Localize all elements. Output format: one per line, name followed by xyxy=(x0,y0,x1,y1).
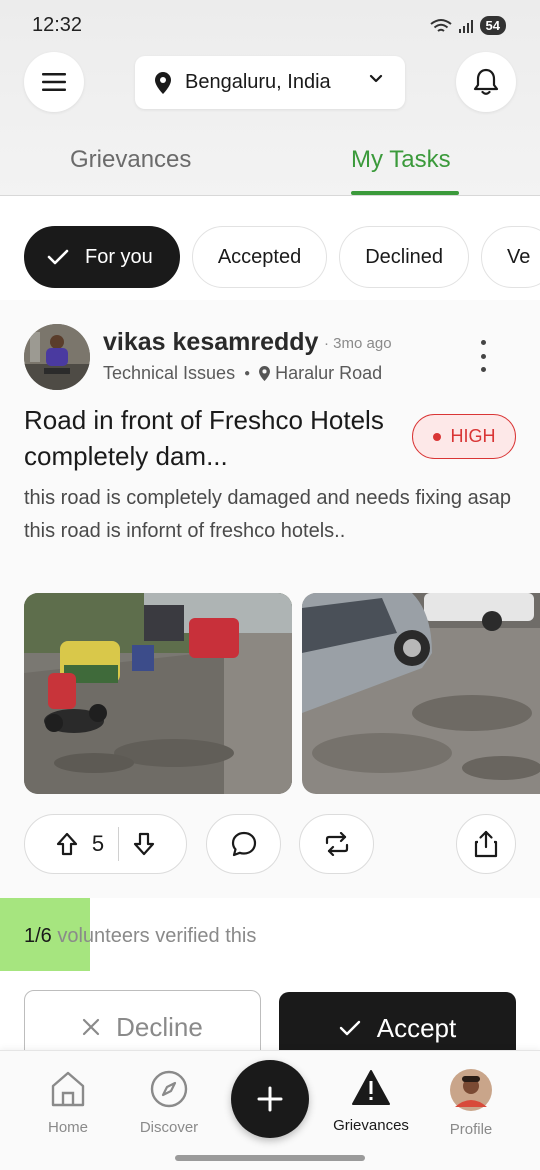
repost-icon xyxy=(325,832,348,856)
chip-declined[interactable]: Declined xyxy=(339,226,470,288)
system-icons: 54 xyxy=(429,16,506,35)
comment-button[interactable] xyxy=(206,814,281,874)
chevron-down-icon xyxy=(369,74,383,83)
nav-label: Profile xyxy=(449,1121,493,1138)
chip-label: For you xyxy=(85,245,153,268)
description-line: this road is completely damaged and need… xyxy=(24,487,511,509)
post-category: Technical Issues xyxy=(103,363,236,383)
status-time: 12:32 xyxy=(32,14,83,36)
post-title[interactable]: Road in front of Freshco Hotels complete… xyxy=(24,402,394,474)
repost-button[interactable] xyxy=(299,814,374,874)
vote-controls: 5 xyxy=(24,814,187,874)
chip-verified[interactable]: Ve xyxy=(481,226,540,288)
verification-text: 1/6 volunteers verified this xyxy=(24,925,256,948)
author-avatar[interactable] xyxy=(24,324,90,390)
accept-label: Accept xyxy=(376,1012,457,1043)
vote-divider xyxy=(118,827,120,861)
chip-label: Accepted xyxy=(217,245,302,268)
chip-accepted[interactable]: Accepted xyxy=(191,226,328,288)
hamburger-icon xyxy=(42,73,66,91)
post-photo[interactable] xyxy=(24,593,292,794)
chip-label: Declined xyxy=(365,245,444,268)
share-icon xyxy=(474,830,498,858)
warning-icon xyxy=(352,1070,390,1105)
check-icon xyxy=(47,249,69,265)
nav-label: Home xyxy=(47,1119,88,1136)
tab-my-tasks[interactable]: My Tasks xyxy=(351,146,451,174)
location-pin-icon xyxy=(259,366,271,381)
decline-label: Decline xyxy=(116,1011,203,1042)
location-label: Bengaluru, India xyxy=(185,71,331,93)
nav-grievances[interactable]: Grievances xyxy=(326,1069,416,1134)
road-photo-1 xyxy=(24,593,292,794)
author-avatar-photo xyxy=(24,324,90,390)
more-options-icon[interactable] xyxy=(470,340,496,372)
bell-icon xyxy=(473,68,499,95)
location-pin-icon xyxy=(155,71,171,94)
nav-home[interactable]: Home xyxy=(23,1069,113,1136)
nav-profile[interactable]: Profile xyxy=(426,1069,516,1138)
compass-icon xyxy=(150,1070,188,1108)
check-icon xyxy=(339,1020,360,1036)
nav-discover[interactable]: Discover xyxy=(124,1069,214,1136)
road-photo-2 xyxy=(302,593,540,794)
profile-avatar xyxy=(450,1069,492,1111)
wifi-icon xyxy=(429,18,452,32)
create-post-button[interactable] xyxy=(231,1060,309,1138)
description-line: this road is infornt of freshco hotels.. xyxy=(24,520,346,542)
share-button[interactable] xyxy=(456,814,516,874)
post-photo[interactable] xyxy=(302,593,540,794)
signal-icon xyxy=(458,19,473,33)
notifications-button[interactable] xyxy=(456,52,516,112)
home-icon xyxy=(51,1071,85,1107)
vote-count: 5 xyxy=(91,831,105,856)
nav-label: Discover xyxy=(139,1119,199,1136)
meta-separator: ● xyxy=(244,368,251,379)
status-bar: 12:32 54 xyxy=(0,0,540,52)
post-time: · 3mo ago xyxy=(324,335,392,352)
location-selector[interactable]: Bengaluru, India xyxy=(135,56,405,109)
plus-icon xyxy=(257,1086,283,1112)
chip-label: Ve xyxy=(507,245,531,268)
author-name[interactable]: vikas kesamreddy xyxy=(103,328,318,357)
comment-icon xyxy=(231,831,256,857)
priority-badge: HIGH xyxy=(412,414,516,459)
upvote-arrow-icon[interactable] xyxy=(56,832,78,856)
chip-for-you[interactable]: For you xyxy=(24,226,180,288)
top-header-area: 12:32 54 Bengaluru, India Grievances My … xyxy=(0,0,540,196)
verified-label: volunteers verified this xyxy=(51,925,257,947)
gesture-bar xyxy=(175,1155,365,1161)
post-description: this road is completely damaged and need… xyxy=(24,482,524,548)
priority-dot xyxy=(432,432,441,441)
post-place: Haralur Road xyxy=(275,363,383,383)
close-icon xyxy=(83,1018,100,1036)
menu-button[interactable] xyxy=(24,52,84,112)
verification-progress: 1/6 volunteers verified this xyxy=(0,898,540,971)
nav-label: Grievances xyxy=(333,1117,409,1134)
verified-count: 1/6 xyxy=(24,925,52,947)
priority-label: HIGH xyxy=(450,426,496,446)
active-tab-indicator xyxy=(351,191,459,195)
battery-icon: 54 xyxy=(479,16,506,35)
filter-chips: For you Accepted Declined Ve xyxy=(24,226,540,288)
downvote-arrow-icon[interactable] xyxy=(133,832,155,856)
post-meta: Technical Issues ● Haralur Road xyxy=(103,363,382,384)
tab-grievances[interactable]: Grievances xyxy=(70,146,191,174)
